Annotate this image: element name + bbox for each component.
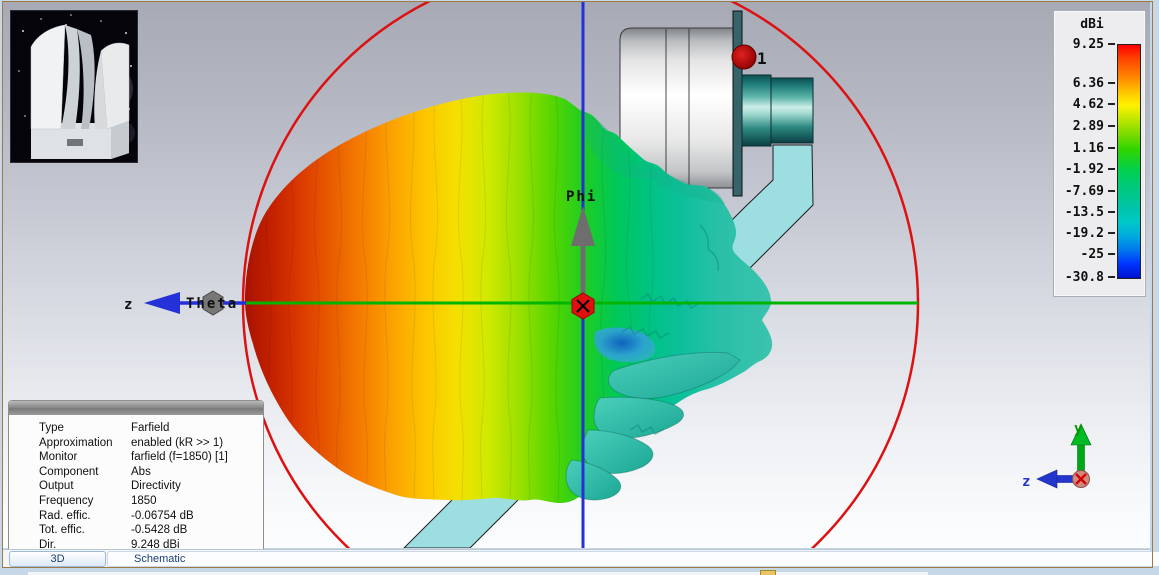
legend-tick: 2.89 [1056, 119, 1115, 134]
info-row: Rad. effic. -0.06754 dB [9, 509, 263, 524]
info-label: Output [39, 480, 74, 493]
tab-3d[interactable]: 3D [9, 551, 106, 567]
legend-title: dBi [1080, 17, 1104, 32]
info-value: Farfield [131, 422, 170, 434]
legend-tick: 4.62 [1056, 97, 1115, 112]
docked-panel-icon [760, 570, 776, 575]
color-scale-legend: dBi 9.25 6.36 4.62 2.89 1.16 -1.92 -7.69… [1053, 10, 1146, 297]
waveguide-section-2 [770, 77, 814, 144]
info-label: Type [39, 422, 64, 434]
info-row: Tot. effic. -0.5428 dB [9, 523, 263, 538]
info-label: Tot. effic. [39, 524, 85, 537]
model-thumbnail-image [11, 11, 137, 162]
view-tab-bar: 3D Schematic [3, 549, 1159, 567]
legend-colorbar [1117, 44, 1141, 279]
legend-tick: 6.36 [1056, 76, 1115, 91]
legend-tick: -1.92 [1056, 162, 1115, 177]
info-value: Directivity [131, 480, 181, 493]
corner-y-label: y [1074, 421, 1083, 437]
legend-tick: -25 [1056, 247, 1115, 262]
z-axis-label: z [124, 297, 132, 313]
info-label: Approximation [39, 436, 113, 449]
info-label: Frequency [39, 494, 94, 507]
theta-label: Theta [186, 296, 238, 312]
cst-3d-view-window: 1 z Theta Phi y z dBi 9.25 6.36 4.62 2.8… [0, 0, 1159, 575]
port-marker [731, 44, 757, 70]
port-label: 1 [757, 49, 767, 68]
model-thumbnail [10, 10, 138, 163]
legend-tick: 1.16 [1056, 141, 1115, 156]
corner-z-label: z [1022, 474, 1030, 490]
info-value: enabled (kR >> 1) [131, 436, 224, 449]
flange-plate [732, 10, 743, 197]
legend-tick: -30.8 [1056, 270, 1115, 285]
info-value: Abs [131, 465, 151, 478]
info-panel-header[interactable] [9, 401, 263, 415]
legend-tick: -19.2 [1056, 226, 1115, 241]
info-row: Monitor farfield (f=1850) [1] [9, 450, 263, 465]
info-value: -0.06754 dB [131, 509, 194, 522]
info-value: farfield (f=1850) [1] [131, 451, 228, 464]
waveguide-section-1 [741, 74, 772, 147]
corner-axes: y z [1022, 421, 1092, 490]
legend-tick: -7.69 [1056, 184, 1115, 199]
info-value: -0.5428 dB [131, 524, 188, 537]
info-row: Type Farfield [9, 421, 263, 436]
phi-label: Phi [566, 189, 597, 205]
info-label: Monitor [39, 451, 78, 464]
info-label: Rad. effic. [39, 509, 91, 522]
info-label: Component [39, 465, 99, 478]
tab-schematic[interactable]: Schematic [107, 551, 1159, 567]
legend-tick: -13.5 [1056, 205, 1115, 220]
legend-tick: 9.25 [1056, 37, 1115, 52]
info-value: 1850 [131, 494, 157, 507]
info-row: Approximation enabled (kR >> 1) [9, 436, 263, 451]
result-info-panel: Type Farfield Approximation enabled (kR >>… [8, 400, 264, 551]
info-row: Output Directivity [9, 479, 263, 494]
info-row: Component Abs [9, 465, 263, 480]
info-row: Frequency 1850 [9, 494, 263, 509]
